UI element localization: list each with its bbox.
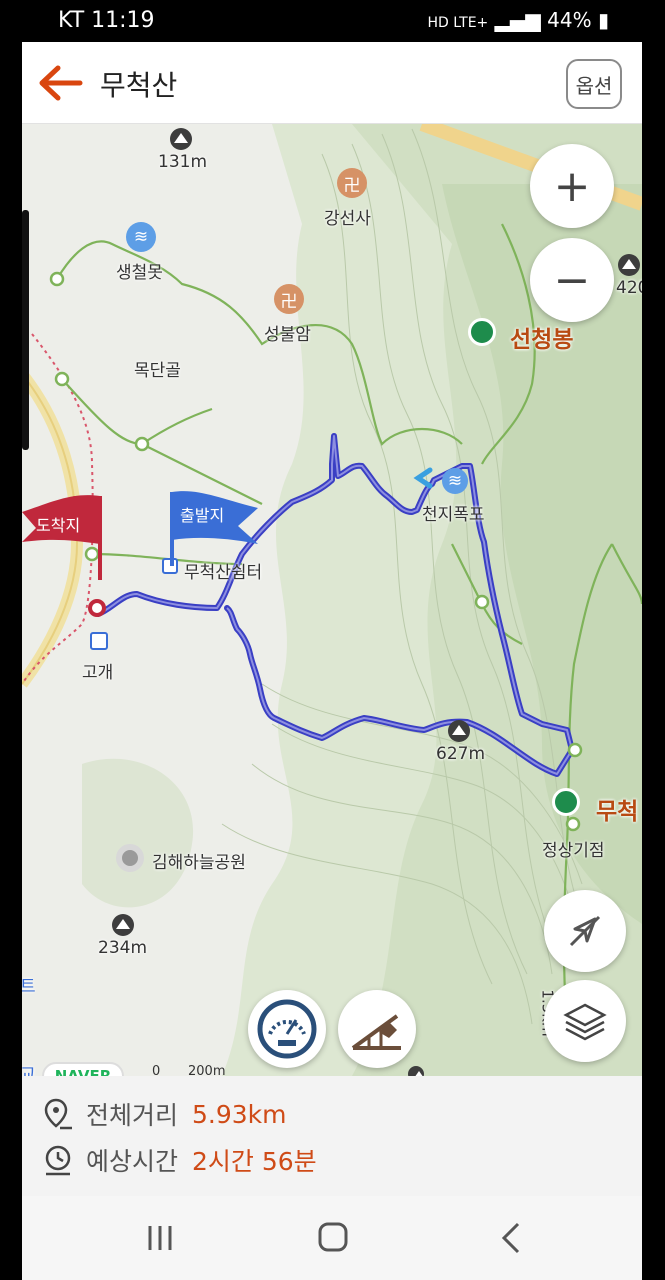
slope-icon: [351, 1014, 401, 1050]
zoom-out-button[interactable]: −: [530, 238, 614, 322]
summit-icon[interactable]: [552, 788, 580, 816]
recent-apps-button[interactable]: [140, 1220, 180, 1256]
mountain-icon: [408, 1066, 426, 1076]
edge-panel-handle[interactable]: [22, 210, 29, 450]
edge-label: 교: [22, 1065, 36, 1076]
status-bar: KT 11:19 HD LTE+ ▂▄▆ 44% ▮: [0, 0, 665, 42]
edge-label: 트: [22, 977, 36, 997]
park-icon[interactable]: [116, 844, 144, 872]
finish-flag-label: 도착지: [36, 516, 81, 535]
system-nav-bar: [22, 1196, 642, 1280]
status-right: HD LTE+ ▂▄▆ 44% ▮: [428, 8, 609, 32]
page-title: 무척산: [100, 69, 178, 102]
app-bar: 무척산 옵션: [22, 42, 642, 124]
time-label: 예상시간: [86, 1147, 179, 1176]
mountain-icon: [170, 128, 192, 150]
peak-icon[interactable]: [468, 318, 496, 346]
route-summary: 전체거리 5.93km 예상시간 2시간 56분: [22, 1076, 642, 1196]
app-window: 무척산 옵션 131m 卍 강선사 ≋ 생철못 卍 성불암 목단골 선청봉 42…: [22, 42, 642, 1280]
distance-row: 전체거리 5.93km: [42, 1096, 287, 1132]
start-flag-icon: [170, 491, 258, 566]
time-row: 예상시간 2시간 56분: [42, 1142, 317, 1178]
label-saengcheol-pond: 생철못: [116, 263, 163, 283]
label-park: 김해하늘공원: [152, 853, 246, 873]
network-indicator: HD LTE+: [427, 15, 489, 31]
pond-icon[interactable]: ≋: [126, 222, 156, 252]
start-flag[interactable]: 출발지: [168, 488, 260, 568]
start-flag-label: 출발지: [180, 506, 225, 525]
label-summit-marker: 정상기점: [542, 841, 605, 861]
battery-icon: ▮: [597, 8, 609, 32]
restaurant-icon[interactable]: [90, 632, 108, 650]
home-button[interactable]: [314, 1220, 354, 1256]
slope-button[interactable]: [338, 990, 416, 1068]
label-mucheok-peak: 무척: [596, 799, 639, 825]
layers-button[interactable]: [544, 980, 626, 1062]
layers-icon: [563, 1003, 607, 1041]
location-off-icon: [569, 915, 601, 947]
recent-apps-icon: [148, 1226, 172, 1250]
waterfall-icon[interactable]: ≋: [442, 468, 468, 494]
home-icon: [318, 1222, 348, 1252]
scale-bar: 0 200m: [152, 1064, 230, 1076]
mountain-icon: [618, 254, 640, 276]
altitude-627: 627m: [436, 744, 486, 764]
altitude-131: 131m: [158, 152, 208, 172]
route-pin-icon: [44, 1098, 72, 1130]
label-mokdan-village: 목단골: [134, 361, 181, 381]
scale-distance: 200m: [188, 1064, 226, 1076]
mountain-icon: [448, 720, 470, 742]
back-nav-button[interactable]: [492, 1220, 532, 1256]
clock-icon: [45, 1145, 71, 1176]
finish-flag-icon: [22, 495, 102, 580]
label-waterfall: 천지폭포: [422, 505, 485, 525]
distance-value: 5.93km: [192, 1099, 287, 1129]
distance-label: 전체거리: [86, 1101, 179, 1130]
naver-logo: NAVER: [42, 1062, 124, 1076]
location-button[interactable]: [544, 890, 626, 972]
label-gangseon-temple: 강선사: [324, 209, 371, 229]
map-view[interactable]: 131m 卍 강선사 ≋ 생철못 卍 성불암 목단골 선청봉 420 ≋ 천지폭…: [22, 124, 642, 1076]
back-nav-icon: [501, 1222, 520, 1254]
label-seongbul-temple: 성불암: [264, 325, 311, 345]
speedometer-button[interactable]: [248, 990, 326, 1068]
back-button[interactable]: [34, 60, 88, 106]
mountain-icon: [112, 914, 134, 936]
time-value: 2시간 56분: [192, 1147, 317, 1176]
speedometer-icon: [257, 999, 317, 1059]
status-carrier-time: KT 11:19: [58, 8, 155, 33]
altitude-234: 234m: [98, 938, 148, 958]
label-pass: 고개: [82, 663, 114, 683]
scale-zero: 0: [152, 1064, 161, 1076]
zoom-in-button[interactable]: +: [530, 144, 614, 228]
temple-icon[interactable]: 卍: [337, 168, 367, 198]
temple-icon[interactable]: 卍: [274, 284, 304, 314]
signal-icon: ▂▄▆: [494, 8, 541, 32]
label-seoncheong-peak: 선청봉: [510, 327, 574, 353]
finish-flag[interactable]: 도착지: [22, 492, 106, 582]
battery-level: 44%: [547, 8, 592, 32]
back-arrow-icon: [39, 65, 83, 101]
altitude-420: 420: [616, 278, 642, 298]
options-button[interactable]: 옵션: [566, 59, 622, 109]
